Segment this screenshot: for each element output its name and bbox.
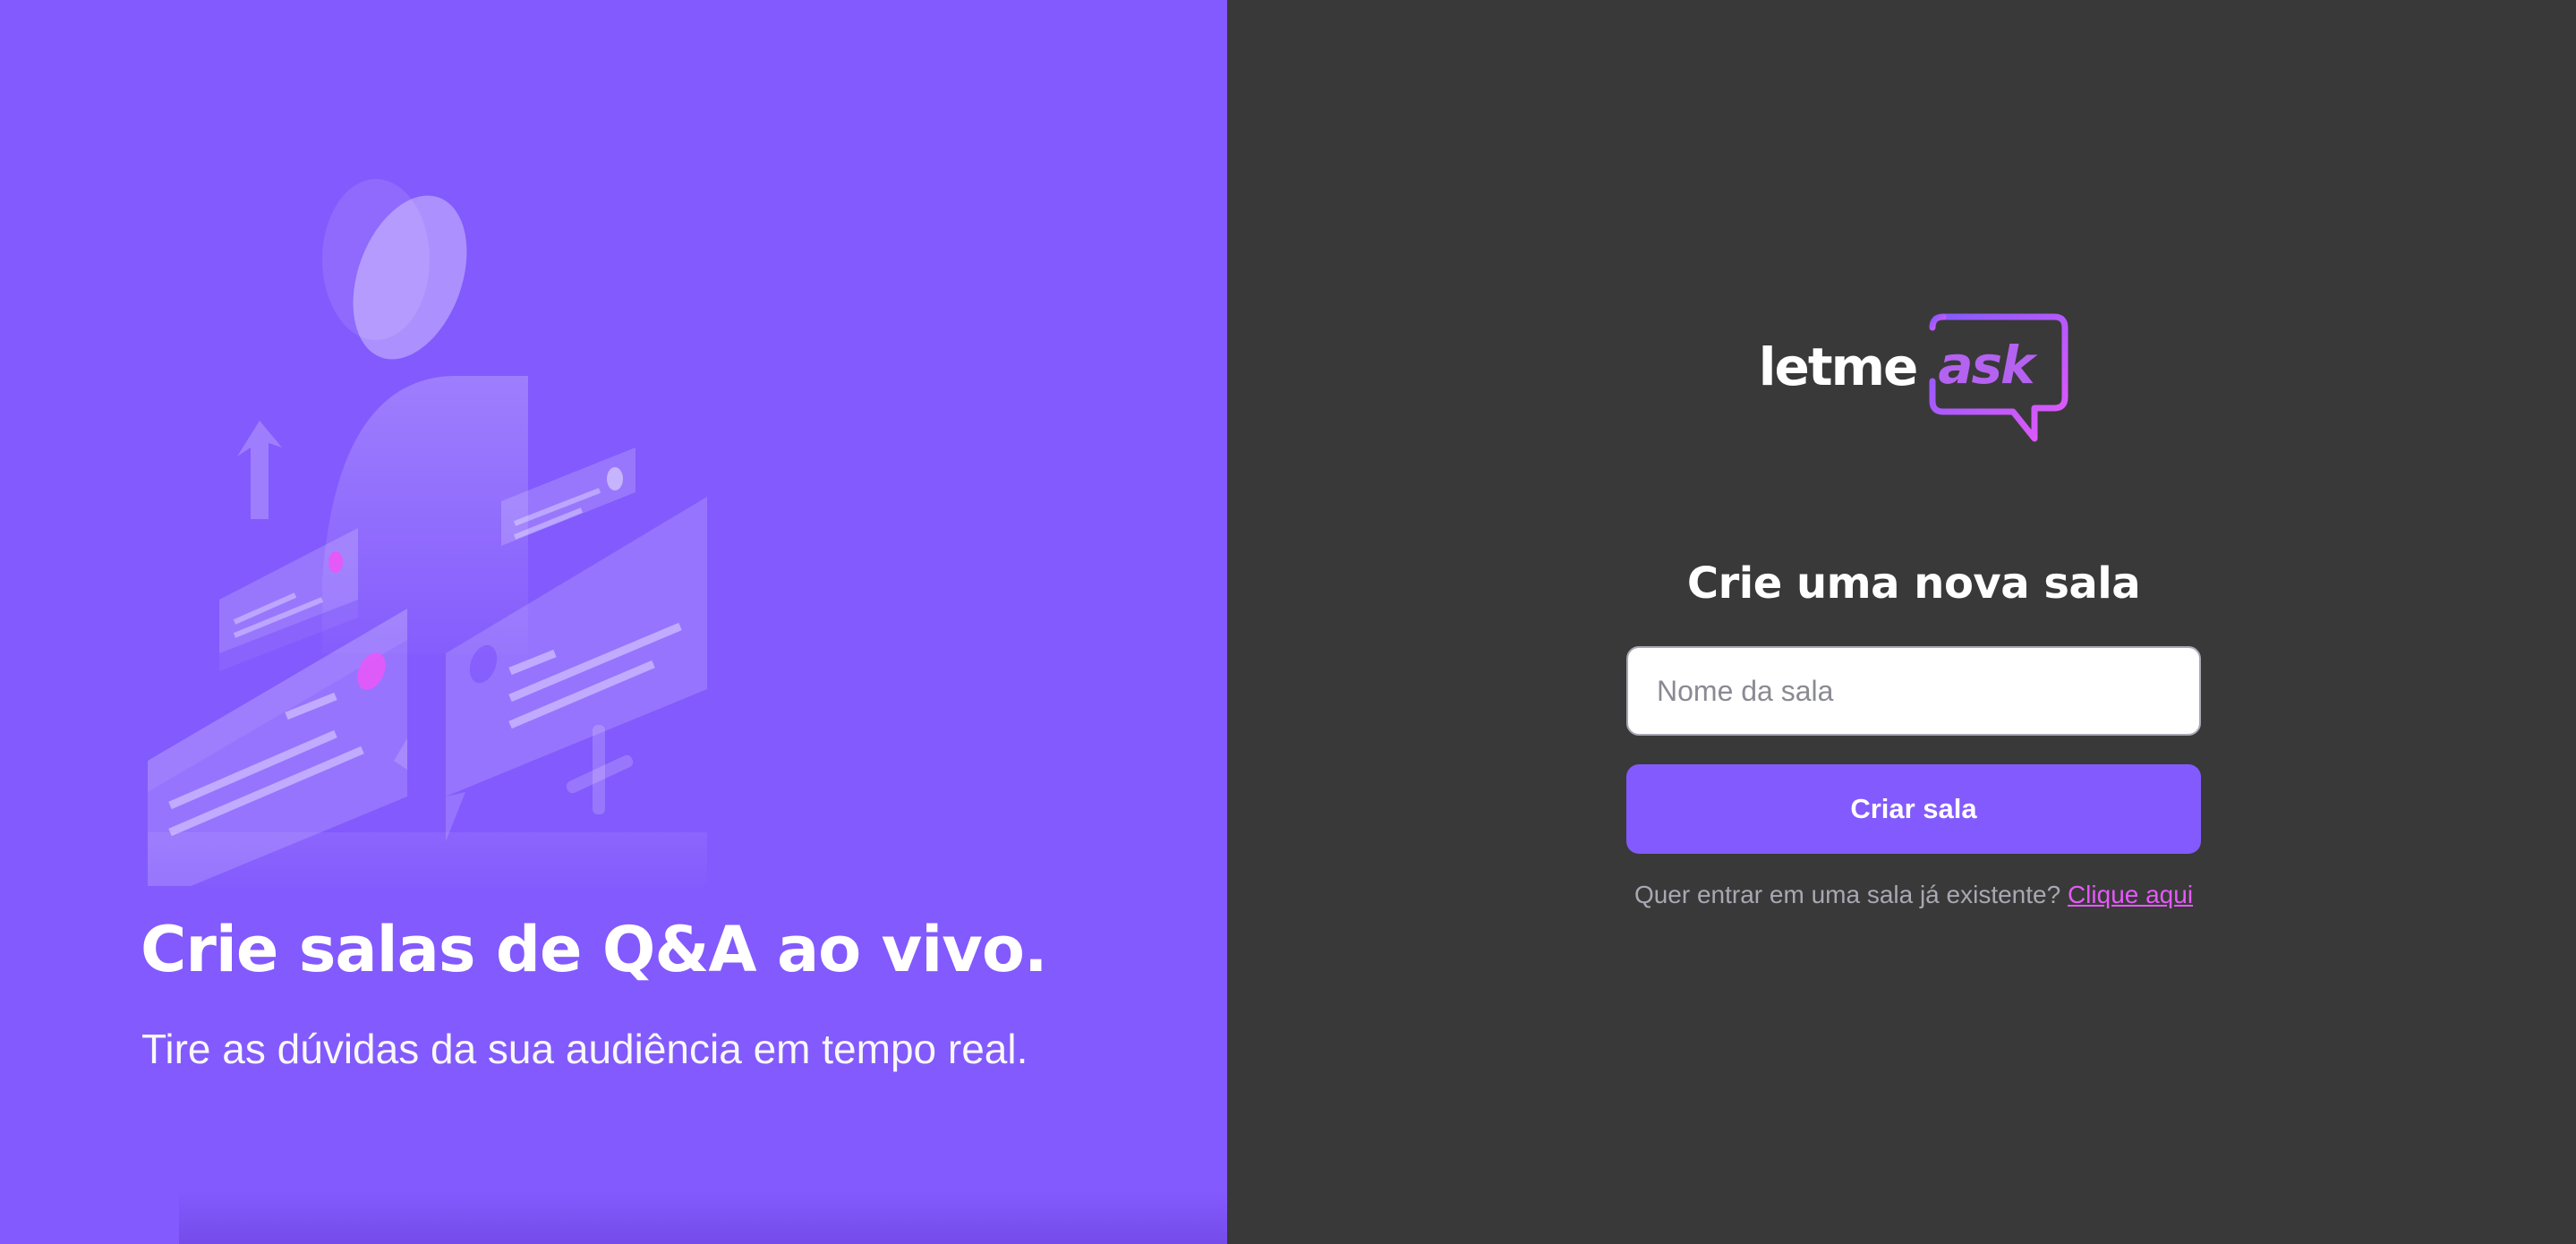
create-room-button[interactable]: Criar sala bbox=[1626, 764, 2201, 854]
main-panel: letme ask Crie uma nova sala Nome da sal… bbox=[1227, 0, 2576, 1244]
room-name-input[interactable] bbox=[1626, 646, 2201, 736]
join-room-prompt: Quer entrar em uma sala já existente? bbox=[1633, 881, 2068, 908]
logo-text-ask: ask bbox=[1938, 335, 2034, 396]
page: Crie salas de Q&A ao vivo. Tire as dúvid… bbox=[0, 0, 2576, 1244]
join-room-line: Quer entrar em uma sala já existente? Cl… bbox=[1634, 881, 2193, 909]
bottom-shade bbox=[179, 1190, 1227, 1244]
hero-subtitle: Tire as dúvidas da sua audiência em temp… bbox=[141, 1026, 1028, 1072]
hero-title: Crie salas de Q&A ao vivo. bbox=[141, 913, 1048, 986]
hero-panel: Crie salas de Q&A ao vivo. Tire as dúvid… bbox=[0, 0, 1227, 1244]
letmeask-logo: letme ask bbox=[1759, 313, 2069, 456]
create-room-card: letme ask Crie uma nova sala Nome da sal… bbox=[1626, 313, 2201, 909]
logo-text-letme: letme bbox=[1758, 337, 1919, 397]
questions-illustration bbox=[148, 179, 707, 886]
logo-speech-bubble: ask bbox=[1927, 313, 2068, 447]
form-title: Crie uma nova sala bbox=[1686, 558, 2141, 609]
join-room-link[interactable]: Clique aqui bbox=[2068, 881, 2193, 908]
